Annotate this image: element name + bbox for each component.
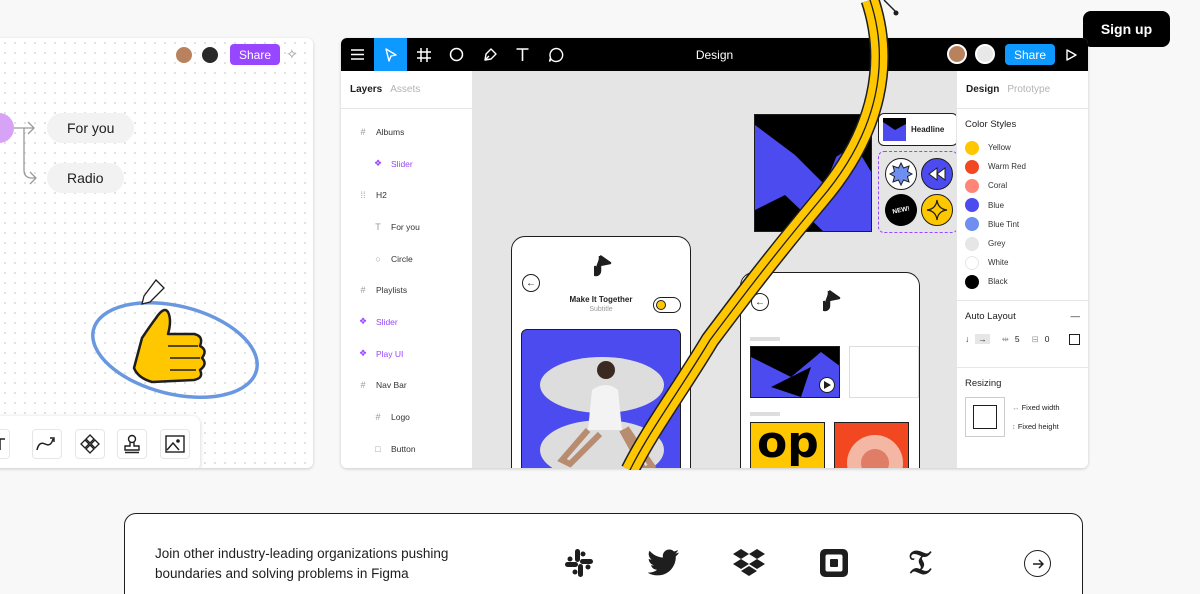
color-style-coral[interactable]: Coral <box>965 176 1080 195</box>
fixed-height-option[interactable]: ↕ Fixed height <box>1012 417 1060 436</box>
spacing-icon: ⇹ <box>1001 333 1009 344</box>
collaborator-avatar <box>174 45 194 65</box>
alignment-icon[interactable] <box>1069 333 1080 345</box>
text-tool-icon[interactable] <box>506 38 539 71</box>
resize-constraint-box[interactable] <box>965 396 1005 437</box>
customers-blurb: Join other industry-leading organization… <box>155 546 449 581</box>
frame-icon: ⁞⁞ <box>360 190 366 201</box>
color-style-black[interactable]: Black <box>965 272 1080 291</box>
rectangle-icon: □ <box>375 443 381 454</box>
figjam-share-button[interactable]: Share <box>230 44 280 65</box>
arrow-right-icon <box>1032 558 1044 569</box>
fixed-width-option[interactable]: ↔ Fixed width <box>1012 398 1060 417</box>
sparkle-icon[interactable]: ✧ <box>286 46 298 63</box>
design-panel: Design Prototype Color Styles Yellow War… <box>956 71 1088 468</box>
text-icon: T <box>375 221 381 232</box>
rewind-icon <box>921 158 953 190</box>
figjam-canvas: Share ✧ For you Radio <box>0 38 313 468</box>
square-logo-icon <box>817 546 851 580</box>
decorative-ribbon <box>621 0 899 470</box>
layer-item[interactable]: ○ Circle <box>341 243 472 275</box>
text-tool-icon[interactable] <box>0 429 10 459</box>
editor-share-button[interactable]: Share <box>1005 44 1055 65</box>
color-style-warm-red[interactable]: Warm Red <box>965 157 1080 176</box>
slack-logo-icon <box>562 546 596 580</box>
pen-tool-icon[interactable] <box>473 38 506 71</box>
layer-item[interactable]: ⁞⁞ H2 <box>341 179 472 211</box>
component-icon: ❖ <box>358 316 368 327</box>
layer-item[interactable]: # Playlists <box>341 274 472 306</box>
mindmap-connector-lines <box>14 121 37 185</box>
sparkle-star-icon <box>921 194 953 226</box>
frame-icon: # <box>360 380 366 391</box>
ellipse-tool-icon[interactable] <box>440 38 473 71</box>
layer-item[interactable]: # Logo <box>341 401 472 433</box>
frame-tool-icon[interactable] <box>407 38 440 71</box>
sign-up-button[interactable]: Sign up <box>1083 11 1170 47</box>
back-arrow-icon[interactable]: ← <box>522 274 540 292</box>
component-tool-icon[interactable] <box>75 429 105 459</box>
move-tool-icon[interactable] <box>374 38 407 71</box>
color-style-blue-tint[interactable]: Blue Tint <box>965 215 1080 234</box>
thumbs-up-sticker[interactable] <box>90 278 270 408</box>
color-style-yellow[interactable]: Yellow <box>965 138 1080 157</box>
figjam-toolbar <box>0 416 200 468</box>
layer-item[interactable]: ❖ Slider <box>341 306 472 338</box>
frame-icon: # <box>375 412 381 423</box>
mindmap-node-radio[interactable]: Radio <box>47 163 124 193</box>
collaborator-avatar <box>975 44 995 64</box>
height-icon: ↕ <box>1012 421 1016 431</box>
collaborator-avatar <box>200 45 220 65</box>
frame-icon: # <box>360 285 366 296</box>
next-logos-button[interactable] <box>1024 550 1051 577</box>
customers-card: Join other industry-leading organization… <box>124 513 1083 594</box>
width-icon: ↔ <box>1012 402 1020 412</box>
comment-tool-icon[interactable] <box>539 38 572 71</box>
spacing-value[interactable]: 5 <box>1015 334 1020 344</box>
arrow-down-icon[interactable]: ↓ <box>965 334 969 344</box>
component-icon: ❖ <box>358 348 368 359</box>
auto-layout-section: Auto Layout — ↓ → ⇹ 5 ⊟ 0 <box>957 301 1088 368</box>
layer-item[interactable]: ❖ Play UI <box>341 338 472 370</box>
remove-auto-layout-button[interactable]: — <box>1071 311 1081 322</box>
twitter-logo-icon <box>647 546 681 580</box>
dropbox-logo-icon <box>732 546 766 580</box>
mindmap-node-for-you[interactable]: For you <box>47 113 135 143</box>
layer-item[interactable]: ❖ Slider <box>341 148 472 180</box>
color-styles-section: Color Styles Yellow Warm Red Coral Blue … <box>957 109 1088 301</box>
nyt-logo-icon: 𝔗 <box>908 543 932 583</box>
color-style-grey[interactable]: Grey <box>965 234 1080 253</box>
layer-item[interactable]: # Albums <box>341 116 472 148</box>
color-style-white[interactable]: White <box>965 253 1080 272</box>
stamp-tool-icon[interactable] <box>117 429 147 459</box>
padding-icon: ⊟ <box>1031 333 1039 344</box>
padding-value[interactable]: 0 <box>1045 334 1050 344</box>
ellipse-icon: ○ <box>375 253 381 264</box>
tab-layers[interactable]: Layers <box>350 84 382 95</box>
layers-panel: Layers Assets # Albums ❖ Slider ⁞⁞ H2 T For … <box>341 71 473 468</box>
arrow-right-icon[interactable]: → <box>975 334 990 344</box>
tab-assets[interactable]: Assets <box>390 84 420 95</box>
image-tool-icon[interactable] <box>160 429 190 459</box>
layer-item[interactable]: T For you <box>341 211 472 243</box>
present-icon[interactable] <box>1055 38 1088 71</box>
tab-prototype[interactable]: Prototype <box>1007 84 1050 95</box>
menu-icon[interactable] <box>341 38 374 71</box>
resizing-section: Resizing ↔ Fixed width ↕ Fixed height <box>957 368 1088 447</box>
layer-item[interactable]: □ Button <box>341 433 472 465</box>
component-icon: ❖ <box>373 158 383 169</box>
color-style-blue[interactable]: Blue <box>965 196 1080 215</box>
tab-design[interactable]: Design <box>966 84 999 95</box>
layer-item[interactable]: # Nav Bar <box>341 370 472 402</box>
frame-icon: # <box>360 126 366 137</box>
connector-tool-icon[interactable] <box>32 429 62 459</box>
collaborator-avatar <box>947 44 967 64</box>
